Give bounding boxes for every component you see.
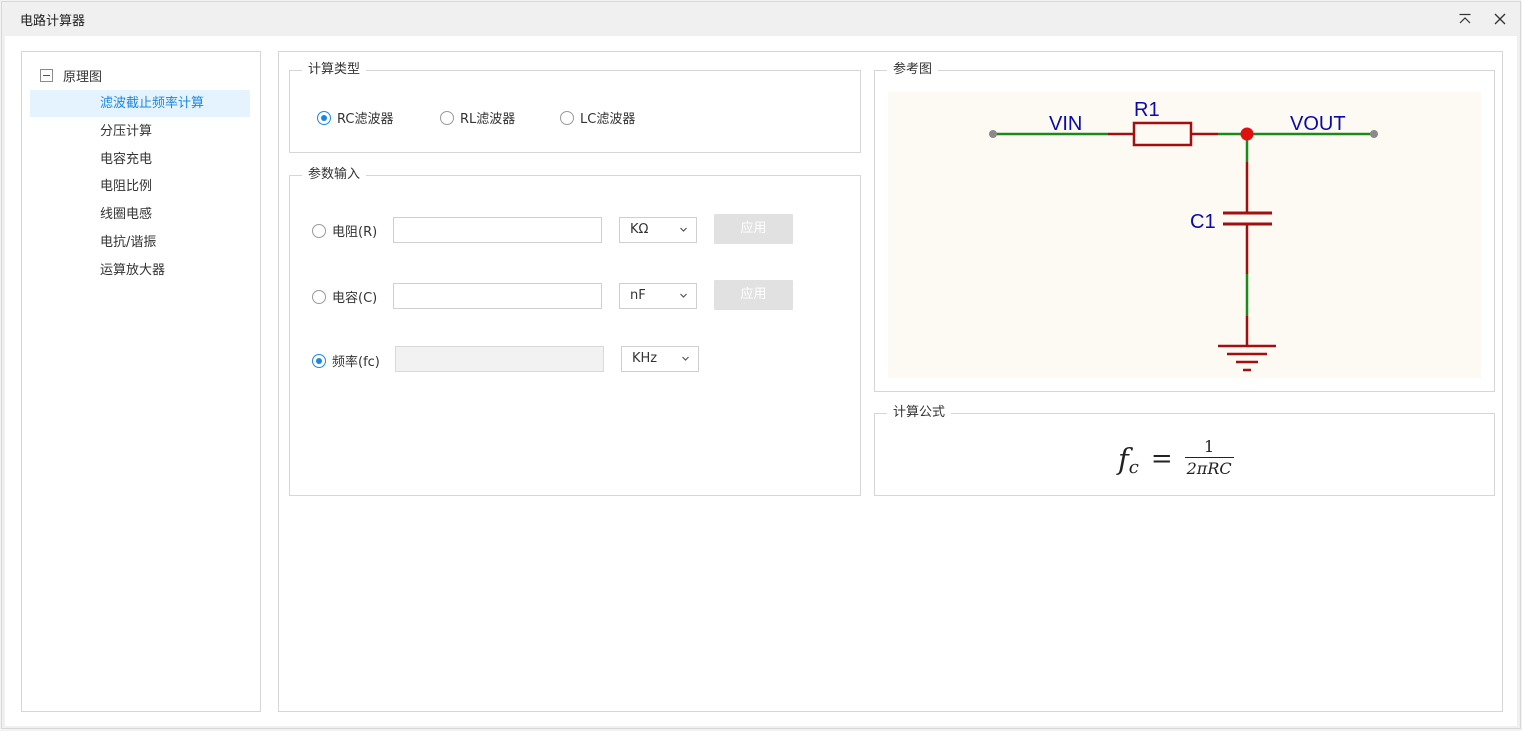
radio-checked-icon: [317, 110, 331, 125]
apply-resistance-button[interactable]: 应用: [714, 214, 793, 244]
tree-item-label: 电抗/谐振: [100, 235, 157, 250]
vout-terminal: [1370, 130, 1378, 138]
calculator-window: 电路计算器 原理图 滤波截止频率计算 分压计算 电容充电 电阻比例 线圈电感 电…: [1, 1, 1521, 729]
c1-label: C1: [1190, 211, 1216, 233]
radio-label: RC滤波器: [337, 112, 394, 127]
title-bar[interactable]: 电路计算器: [2, 2, 1520, 36]
junction-node: [1240, 127, 1254, 141]
vin-terminal: [989, 130, 997, 138]
fraction-bar: [1184, 457, 1234, 458]
formula-denominator: 2πRC: [1186, 459, 1232, 478]
rc-schematic: VIN R1 VOUT C1: [888, 92, 1481, 378]
tree-item-coil-inductance[interactable]: 线圈电感: [30, 201, 250, 228]
select-value: KHz: [632, 351, 658, 366]
params-title: 参数输入: [302, 167, 367, 183]
reference-group: 参考图 VIN R1 VOUT C1: [874, 62, 1495, 392]
cutoff-formula: f c = 1 2πRC: [1118, 438, 1234, 479]
frequency-unit-select[interactable]: KHz: [621, 346, 699, 372]
tree-item-resistor-ratio[interactable]: 电阻比例: [30, 173, 250, 200]
collapse-button[interactable]: [1455, 9, 1475, 29]
r1-label: R1: [1134, 99, 1160, 121]
tree-item-voltage-divider[interactable]: 分压计算: [30, 118, 250, 145]
calc-type-title: 计算类型: [302, 62, 367, 78]
capacitance-input[interactable]: [393, 283, 602, 309]
vin-label: VIN: [1049, 113, 1082, 135]
radio-label: RL滤波器: [460, 112, 516, 127]
radio-capacitance[interactable]: 电容(C): [312, 287, 377, 306]
tree-item-label: 分压计算: [100, 124, 153, 139]
tree-item-capacitor-charge[interactable]: 电容充电: [30, 146, 250, 173]
formula-group: 计算公式 f c = 1 2πRC: [874, 405, 1495, 496]
chevron-down-icon: [680, 293, 687, 298]
tree-item-label: 电阻比例: [100, 179, 153, 194]
select-value: nF: [630, 288, 646, 303]
tree-item-label: 运算放大器: [100, 263, 166, 278]
resistance-unit-select[interactable]: KΩ: [619, 217, 697, 243]
tree-item-reactance-resonance[interactable]: 电抗/谐振: [30, 229, 250, 256]
formula-equals: =: [1150, 443, 1173, 474]
radio-rl-filter[interactable]: RL滤波器: [440, 108, 515, 127]
formula-numerator: 1: [1204, 437, 1215, 456]
formula-title: 计算公式: [887, 405, 952, 421]
radio-frequency[interactable]: 频率(fc): [312, 351, 380, 370]
radio-label: 电容(C): [332, 291, 378, 306]
tree-root-label: 原理图: [63, 70, 103, 85]
tree-item-label: 线圈电感: [100, 207, 153, 222]
collapse-toggle-icon[interactable]: [40, 69, 53, 82]
tree-panel: 原理图 滤波截止频率计算 分压计算 电容充电 电阻比例 线圈电感 电抗/谐振 运…: [21, 51, 261, 712]
radio-checked-icon: [312, 353, 326, 368]
formula-fraction: 1 2πRC: [1184, 437, 1234, 479]
calc-type-group: 计算类型 RC滤波器 RL滤波器 LC滤波器: [289, 62, 861, 153]
radio-unchecked-icon: [312, 223, 326, 238]
formula-lhs-subscript: c: [1128, 457, 1139, 478]
tree-root[interactable]: 原理图: [40, 66, 102, 85]
collapse-icon: [1459, 13, 1471, 24]
radio-unchecked-icon: [440, 110, 454, 125]
params-group: 参数输入 电阻(R) KΩ 应用 电容(C) nF 应用 频率(fc) KHz: [289, 167, 861, 496]
chevron-down-icon: [682, 356, 689, 361]
tree-item-op-amp[interactable]: 运算放大器: [30, 257, 250, 284]
radio-unchecked-icon: [312, 289, 326, 304]
main-panel: 计算类型 RC滤波器 RL滤波器 LC滤波器 参数输入 电阻(R) KΩ 应用 …: [278, 51, 1503, 712]
schematic-background: [888, 92, 1481, 378]
radio-label: 电阻(R): [332, 225, 378, 240]
radio-label: LC滤波器: [580, 112, 636, 127]
tree-item-filter-cutoff[interactable]: 滤波截止频率计算: [30, 90, 250, 117]
capacitance-unit-select[interactable]: nF: [619, 283, 697, 309]
tree-item-label: 滤波截止频率计算: [100, 96, 205, 111]
close-icon: [1494, 13, 1506, 25]
apply-capacitance-button[interactable]: 应用: [714, 280, 793, 310]
tree-item-label: 电容充电: [100, 152, 153, 167]
formula-lhs: f: [1118, 441, 1129, 476]
radio-label: 频率(fc): [332, 355, 380, 370]
radio-unchecked-icon: [560, 110, 574, 125]
frequency-output: [395, 346, 604, 372]
radio-resistance[interactable]: 电阻(R): [312, 221, 377, 240]
resistance-input[interactable]: [393, 217, 602, 243]
radio-lc-filter[interactable]: LC滤波器: [560, 108, 635, 127]
reference-title: 参考图: [887, 62, 939, 78]
window-title: 电路计算器: [20, 14, 86, 29]
select-value: KΩ: [630, 222, 649, 237]
radio-rc-filter[interactable]: RC滤波器: [317, 108, 393, 127]
close-button[interactable]: [1490, 9, 1510, 29]
chevron-down-icon: [680, 227, 687, 232]
vout-label: VOUT: [1290, 113, 1346, 135]
